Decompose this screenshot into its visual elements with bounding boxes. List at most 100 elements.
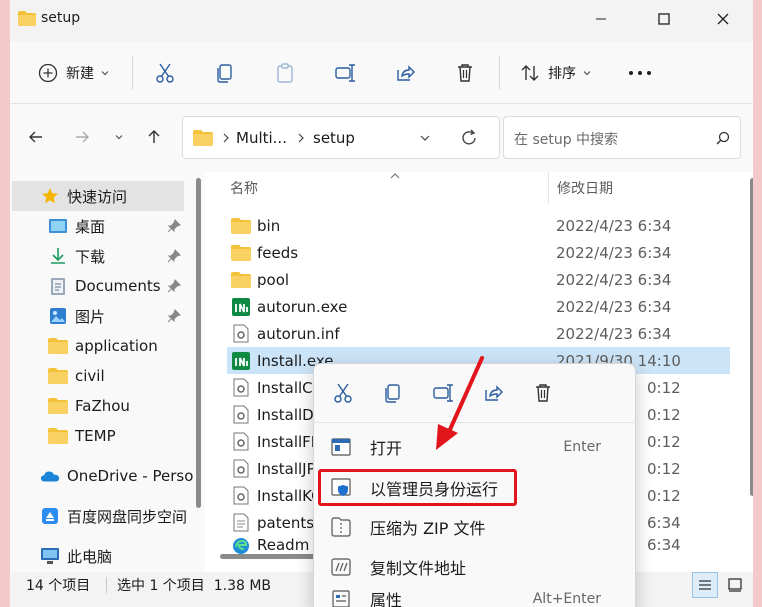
sidebar-item-label: 此电脑 bbox=[67, 547, 113, 566]
context-compress-zip[interactable]: 压缩为 ZIP 文件 bbox=[318, 508, 631, 546]
sidebar-item-label: FaZhou bbox=[75, 397, 130, 415]
recent-locations-button[interactable] bbox=[110, 122, 128, 152]
chevron-down-icon bbox=[583, 71, 591, 76]
folder-icon bbox=[48, 336, 68, 356]
toolbar-divider bbox=[499, 56, 500, 90]
file-row[interactable]: autorun.inf 2022/4/23 6:34 bbox=[227, 320, 730, 347]
search-input[interactable]: 在 setup 中搜索 bbox=[514, 129, 618, 149]
file-date: 0:12 bbox=[647, 378, 681, 397]
column-header-name[interactable]: 名称 bbox=[230, 178, 258, 198]
sidebar-item-application[interactable]: application bbox=[12, 331, 184, 361]
sidebar-item-civil[interactable]: civil bbox=[12, 361, 184, 391]
sidebar-item-pictures[interactable]: 图片 bbox=[12, 301, 184, 331]
zip-icon bbox=[330, 516, 352, 538]
forward-button[interactable] bbox=[68, 122, 96, 152]
context-item-label: 复制文件地址 bbox=[370, 559, 467, 578]
file-name: autorun.inf bbox=[257, 324, 340, 343]
maximize-icon bbox=[658, 13, 670, 25]
sidebar-scrollbar[interactable] bbox=[196, 178, 201, 508]
content-scrollbar[interactable] bbox=[750, 178, 753, 496]
copy-button[interactable] bbox=[210, 58, 240, 88]
search-box[interactable]: 在 setup 中搜索 bbox=[503, 116, 741, 159]
sidebar-item-this-pc[interactable]: 此电脑 bbox=[12, 541, 184, 571]
folder-icon bbox=[18, 11, 36, 26]
pin-icon[interactable] bbox=[167, 249, 181, 263]
close-button[interactable] bbox=[700, 0, 746, 38]
new-button[interactable]: 新建 bbox=[32, 58, 116, 88]
paste-button[interactable] bbox=[270, 58, 300, 88]
more-options-button[interactable] bbox=[622, 58, 658, 88]
context-copy-button[interactable] bbox=[378, 378, 408, 408]
maximize-button[interactable] bbox=[641, 0, 687, 38]
up-button[interactable] bbox=[140, 122, 168, 152]
file-row[interactable]: feeds 2022/4/23 6:34 bbox=[227, 239, 730, 266]
file-name: InstallJP bbox=[257, 459, 316, 478]
tiles-view-button[interactable] bbox=[722, 572, 748, 598]
file-name: InstallCl bbox=[257, 378, 317, 397]
annotation-arrow bbox=[436, 356, 484, 450]
minimize-button[interactable] bbox=[578, 0, 624, 38]
title-bar: setup bbox=[10, 0, 753, 38]
pin-icon[interactable] bbox=[167, 309, 181, 323]
scissors-icon bbox=[334, 383, 352, 403]
column-header-date[interactable]: 修改日期 bbox=[557, 178, 613, 198]
sidebar-item-downloads[interactable]: 下载 bbox=[12, 241, 184, 271]
context-cut-button[interactable] bbox=[328, 378, 358, 408]
sidebar-item-label: Documents bbox=[75, 277, 161, 295]
new-label: 新建 bbox=[66, 66, 94, 82]
details-view-button[interactable] bbox=[692, 572, 718, 598]
address-bar[interactable]: Multi... setup bbox=[182, 116, 500, 159]
column-divider[interactable] bbox=[548, 172, 549, 204]
copy-icon bbox=[385, 384, 400, 403]
arrow-left-icon bbox=[29, 131, 42, 143]
sidebar-item-baidu[interactable]: 百度网盘同步空间 bbox=[12, 501, 192, 531]
app-icon bbox=[231, 297, 251, 317]
rename-button[interactable] bbox=[330, 58, 360, 88]
file-row[interactable]: autorun.exe 2022/4/23 6:34 bbox=[227, 293, 730, 320]
pin-icon[interactable] bbox=[167, 279, 181, 293]
folder-icon bbox=[193, 130, 213, 146]
chevron-down-icon[interactable] bbox=[419, 133, 431, 143]
file-name: InstallDi bbox=[257, 405, 318, 424]
file-row[interactable]: pool 2022/4/23 6:34 bbox=[227, 266, 730, 293]
context-copy-path[interactable]: 复制文件地址 bbox=[318, 548, 631, 586]
sidebar-item-label: civil bbox=[75, 367, 105, 385]
pin-icon[interactable] bbox=[167, 219, 181, 233]
breadcrumb-setup[interactable]: setup bbox=[313, 129, 355, 147]
settings-file-icon bbox=[231, 405, 251, 425]
file-row[interactable]: bin 2022/4/23 6:34 bbox=[227, 212, 730, 239]
sort-icon bbox=[521, 65, 539, 81]
sidebar-item-temp[interactable]: TEMP bbox=[12, 421, 184, 451]
close-icon bbox=[717, 13, 729, 25]
sidebar-item-documents[interactable]: Documents bbox=[12, 271, 184, 301]
breadcrumb-multi[interactable]: Multi... bbox=[236, 129, 287, 147]
sidebar-item-label: 图片 bbox=[75, 307, 106, 326]
file-name: Readm bbox=[257, 536, 310, 554]
share-icon bbox=[397, 65, 415, 81]
folder-icon bbox=[48, 426, 68, 446]
back-button[interactable] bbox=[22, 122, 50, 152]
file-date: 2022/4/23 6:34 bbox=[556, 243, 672, 262]
settings-file-icon bbox=[231, 378, 251, 398]
sidebar-item-onedrive[interactable]: OneDrive - Perso bbox=[12, 461, 194, 491]
chevron-right-icon bbox=[298, 133, 304, 143]
share-button[interactable] bbox=[390, 58, 420, 88]
sidebar-item-label: 下载 bbox=[75, 247, 106, 266]
context-delete-button[interactable] bbox=[528, 378, 558, 408]
file-name: bin bbox=[257, 216, 281, 235]
file-date: 6:34 bbox=[647, 513, 681, 532]
item-count: 14 个项目 bbox=[26, 578, 91, 594]
file-date: 2022/4/23 6:34 bbox=[556, 324, 672, 343]
sidebar-item-quick-access[interactable]: 快速访问 bbox=[12, 181, 184, 211]
delete-button[interactable] bbox=[450, 58, 480, 88]
sidebar-item-label: OneDrive - Perso bbox=[67, 467, 194, 485]
sort-button[interactable]: 排序 bbox=[515, 58, 597, 88]
folder-icon bbox=[48, 366, 68, 386]
cut-button[interactable] bbox=[150, 58, 180, 88]
context-properties[interactable]: 属性 Alt+Enter bbox=[318, 586, 631, 607]
sidebar-item-fazhou[interactable]: FaZhou bbox=[12, 391, 184, 421]
refresh-icon[interactable] bbox=[459, 128, 479, 148]
highlight-box bbox=[318, 469, 517, 506]
sidebar-item-desktop[interactable]: 桌面 bbox=[12, 211, 184, 241]
chevron-down-icon bbox=[101, 71, 109, 76]
